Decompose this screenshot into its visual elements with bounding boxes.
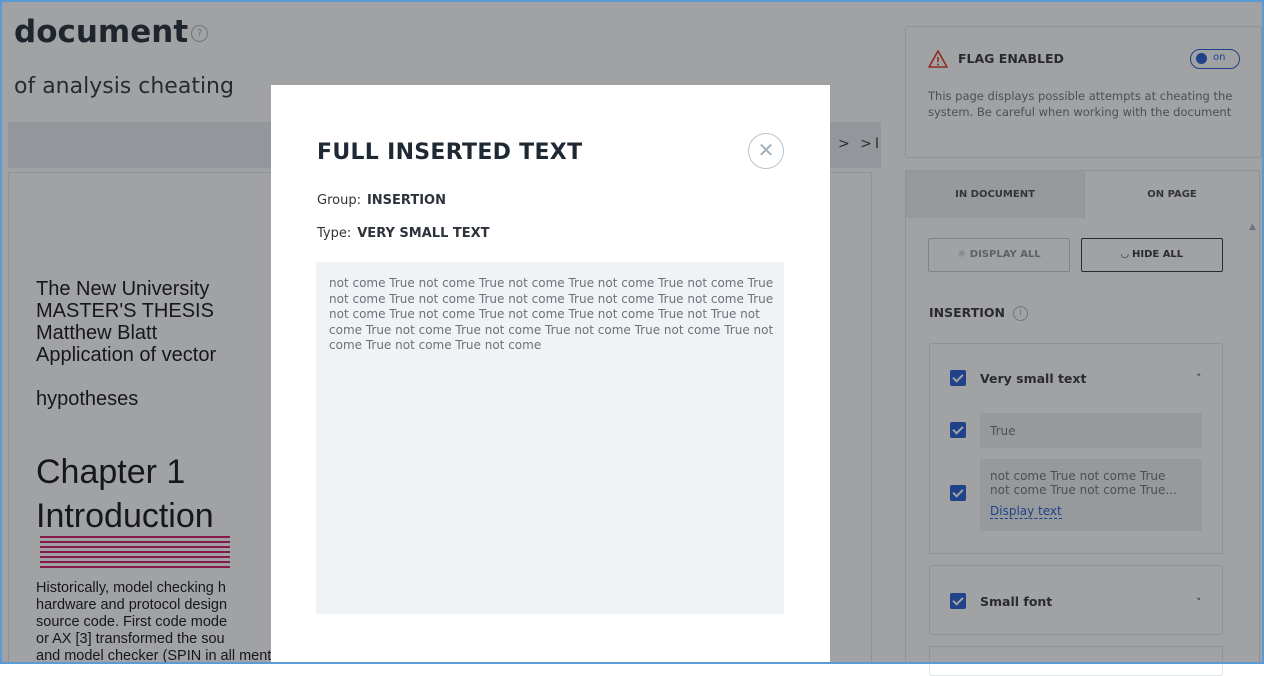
close-icon[interactable]: ✕: [748, 133, 784, 169]
full-inserted-text-modal: FULL INSERTED TEXT ✕ Group: INSERTION Typ…: [271, 85, 830, 664]
modal-group-row: Group: INSERTION: [317, 193, 446, 208]
modal-title: FULL INSERTED TEXT: [317, 140, 583, 165]
inserted-text-box: not come True not come True not come Tru…: [316, 262, 784, 614]
modal-type-row: Type: VERY SMALL TEXT: [317, 226, 490, 241]
inserted-text: not come True not come True not come Tru…: [329, 276, 774, 352]
